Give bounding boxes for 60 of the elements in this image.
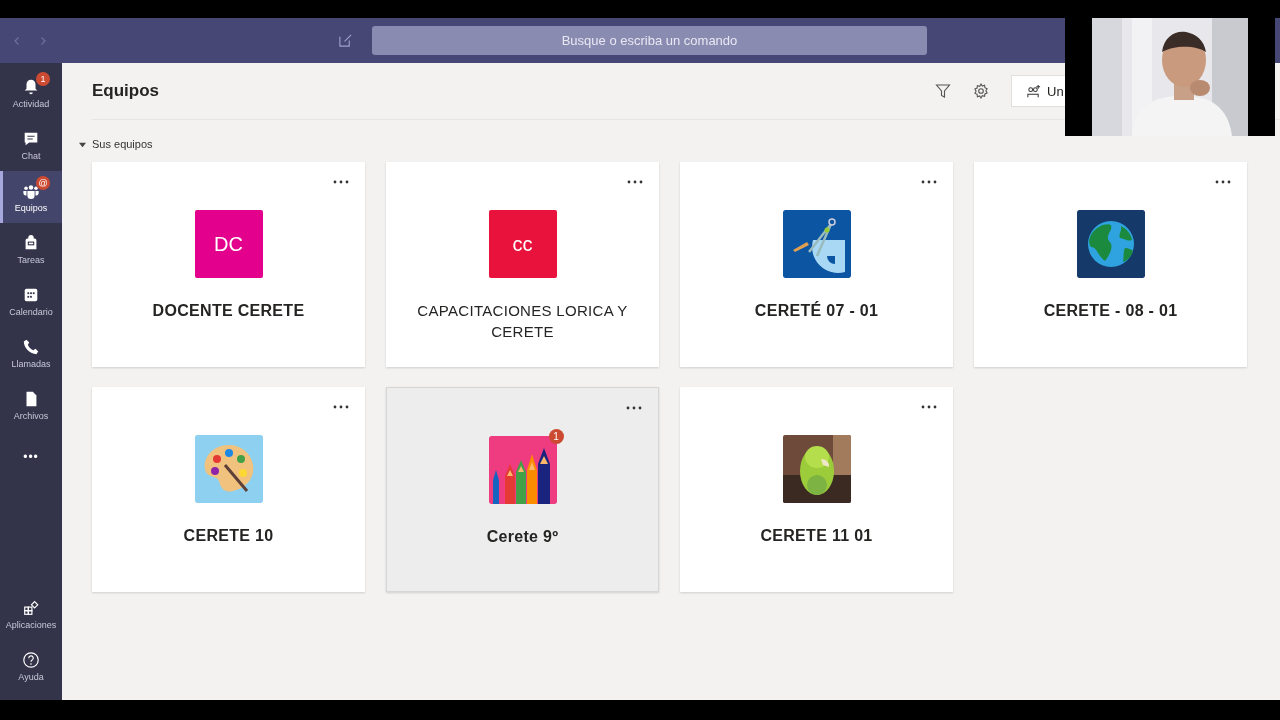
- join-team-button[interactable]: Un: [1011, 75, 1065, 107]
- more-icon: [333, 180, 349, 184]
- more-icon: [333, 405, 349, 409]
- more-icon: [921, 405, 937, 409]
- section-toggle[interactable]: Sus equipos: [79, 138, 153, 150]
- team-card[interactable]: 1 Cerete 9º: [386, 387, 659, 592]
- sidebar-item[interactable]: Ayuda: [0, 640, 62, 692]
- team-name: DOCENTE CERETE: [152, 301, 305, 321]
- more-icon: [627, 180, 643, 184]
- team-card[interactable]: CERETÉ 07 - 01: [680, 162, 953, 367]
- more-options-button[interactable]: [331, 178, 351, 186]
- team-name: CAPACITACIONES LORICA Y CERETE: [416, 301, 629, 342]
- team-card[interactable]: CERETE 11 01: [680, 387, 953, 592]
- more-icon: [626, 406, 642, 410]
- more-options-button[interactable]: [1213, 178, 1233, 186]
- notification-badge: 1: [36, 71, 50, 86]
- search-field[interactable]: Busque o escriba un comando: [372, 26, 927, 55]
- more-icon: [921, 180, 937, 184]
- more-apps-button[interactable]: •••: [0, 431, 62, 483]
- team-avatar: cc: [488, 210, 557, 278]
- team-name: CERETE 11 01: [760, 526, 873, 546]
- settings-icon[interactable]: [973, 83, 989, 99]
- phone-icon: [22, 337, 40, 356]
- sidebar-item[interactable]: Chat: [0, 119, 62, 171]
- team-card[interactable]: CERETE 10: [92, 387, 365, 592]
- apps-icon: [22, 598, 40, 617]
- sidebar-item[interactable]: Tareas: [0, 223, 62, 275]
- sidebar-item[interactable]: @ Equipos: [0, 171, 62, 223]
- bell-icon: [22, 77, 40, 96]
- sidebar-item[interactable]: Aplicaciones: [0, 588, 62, 640]
- more-options-button[interactable]: [919, 403, 939, 411]
- section-label: Sus equipos: [92, 138, 153, 150]
- compose-icon[interactable]: [338, 33, 353, 48]
- compass-protractor-icon: [782, 210, 851, 278]
- sidebar-item[interactable]: Archivos: [0, 379, 62, 431]
- team-name: CERETÉ 07 - 01: [754, 300, 879, 321]
- globe-icon: [1076, 210, 1145, 278]
- page-title: Equipos: [92, 81, 160, 101]
- button-label: Un: [1047, 83, 1064, 99]
- team-card[interactable]: cc CAPACITACIONES LORICA Y CERETE: [386, 162, 659, 367]
- caret-icon: [79, 140, 86, 148]
- help-icon: [22, 650, 40, 669]
- more-options-button[interactable]: [624, 404, 644, 412]
- sidebar-item[interactable]: Calendario: [0, 275, 62, 327]
- add-people-icon: [1026, 83, 1041, 99]
- team-card[interactable]: DC DOCENTE CERETE: [92, 162, 365, 367]
- team-name: CERETE - 08 - 01: [1043, 301, 1178, 321]
- more-options-button[interactable]: [331, 403, 351, 411]
- team-avatar: DC: [194, 210, 263, 278]
- team-card[interactable]: CERETE - 08 - 01: [974, 162, 1247, 367]
- sidebar-item[interactable]: Llamadas: [0, 327, 62, 379]
- sidebar-item[interactable]: 1 Actividad: [0, 67, 62, 119]
- more-options-button[interactable]: [919, 178, 939, 186]
- filter-icon[interactable]: [935, 83, 951, 99]
- team-name: CERETE 10: [183, 526, 274, 546]
- paint-palette-icon: [194, 435, 263, 503]
- team-name: Cerete 9º: [486, 527, 559, 547]
- notification-badge: @: [36, 175, 50, 190]
- more-icon: [1215, 180, 1231, 184]
- more-options-button[interactable]: [625, 178, 645, 186]
